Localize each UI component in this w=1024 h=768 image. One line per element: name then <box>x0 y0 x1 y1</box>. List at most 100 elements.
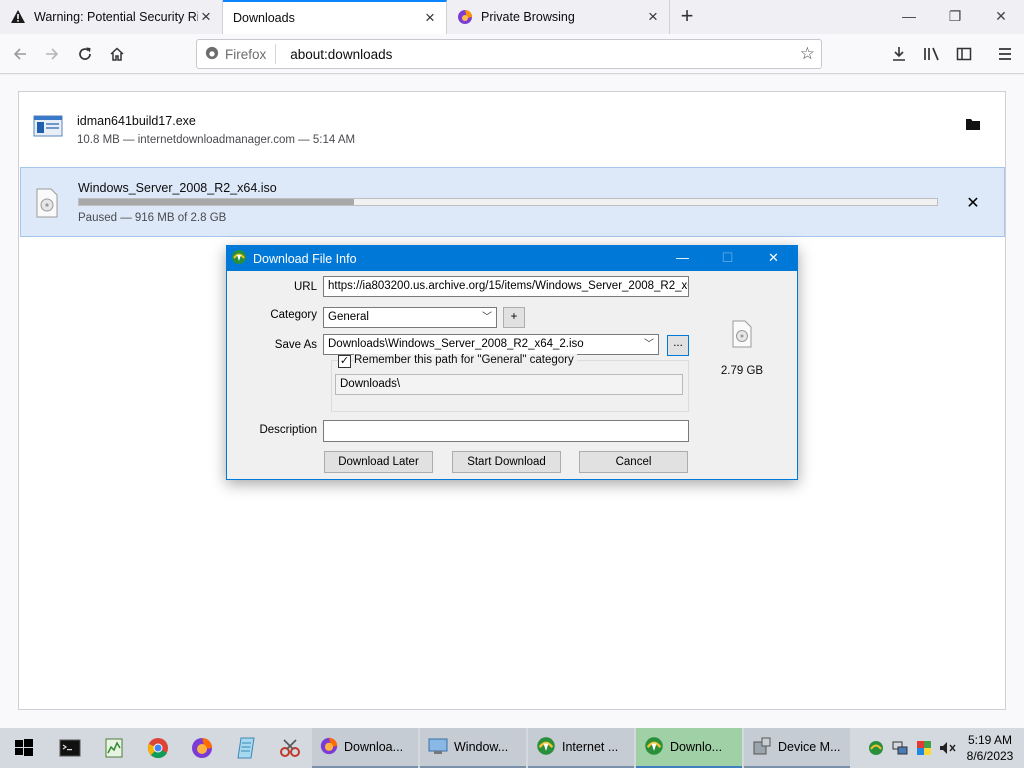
add-category-button[interactable]: + <box>503 307 525 328</box>
idm-tray-icon[interactable] <box>864 728 888 768</box>
description-label: Description <box>259 424 317 436</box>
chrome-icon[interactable] <box>136 728 180 768</box>
download-later-button[interactable]: Download Later <box>324 451 433 473</box>
taskbar: Downloa... Window... Internet ... Downlo… <box>0 728 1024 768</box>
snipping-tool-icon[interactable] <box>268 728 312 768</box>
dialog-close-button[interactable]: ✕ <box>751 246 796 271</box>
home-button[interactable] <box>103 40 131 68</box>
remember-path-group: ✓ Remember this path for "General" categ… <box>331 354 689 412</box>
category-label: Category <box>270 309 317 321</box>
restore-button[interactable]: ❐ <box>932 0 978 34</box>
tab-strip: Warning: Potential Security Ris × Downlo… <box>0 0 1024 34</box>
close-icon[interactable]: × <box>422 9 438 26</box>
device-manager-icon <box>752 736 772 759</box>
taskbar-app-device-manager[interactable]: Device M... <box>744 728 850 768</box>
installer-icon <box>428 737 448 758</box>
idm-icon <box>231 249 247 268</box>
taskbar-app-label: Device M... <box>778 740 841 754</box>
download-meta: Paused — 916 MB of 2.8 GB <box>78 212 227 224</box>
tab-title: Warning: Potential Security Ris <box>34 10 198 24</box>
start-download-button[interactable]: Start Download <box>452 451 561 473</box>
firefox-icon <box>457 9 473 25</box>
taskbar-app-firefox[interactable]: Downloa... <box>312 728 418 768</box>
url-label: URL <box>293 281 317 293</box>
task-manager-icon[interactable] <box>92 728 136 768</box>
notepad-icon[interactable] <box>224 728 268 768</box>
dialog-title: Download File Info <box>253 251 357 266</box>
system-tray: 5:19 AM 8/6/2023 <box>864 728 1024 768</box>
taskbar-app-internet-download-manager[interactable]: Internet ... <box>528 728 634 768</box>
dialog-maximize-button: ☐ <box>721 250 734 265</box>
download-filename: Windows_Server_2008_R2_x64.iso <box>78 181 277 195</box>
close-icon[interactable]: × <box>198 8 214 25</box>
remember-path-label: Remember this path for "General" categor… <box>354 354 577 366</box>
clock-time: 5:19 AM <box>967 733 1013 747</box>
close-icon[interactable]: × <box>645 8 661 25</box>
taskbar-app-label: Window... <box>454 740 509 754</box>
chevron-down-icon: ﹀ <box>482 312 492 323</box>
forward-button[interactable] <box>38 40 66 68</box>
remember-path-field[interactable]: Downloads\ <box>335 374 683 395</box>
start-windows-icon[interactable] <box>0 728 48 768</box>
warning-icon <box>10 9 26 25</box>
clock-date: 8/6/2023 <box>966 749 1014 763</box>
taskbar-app-label: Downlo... <box>670 740 723 754</box>
tab-security-warning[interactable]: Warning: Potential Security Ris × <box>0 0 223 34</box>
chevron-down-icon: ﹀ <box>644 339 654 350</box>
display-color-icon[interactable] <box>912 728 936 768</box>
dialog-titlebar[interactable]: Download File Info — ☐ ✕ <box>227 246 797 271</box>
download-progress-fill <box>79 199 354 205</box>
system-clock[interactable]: 5:19 AM 8/6/2023 <box>960 732 1020 764</box>
tab-title: Downloads <box>233 11 295 25</box>
bookmark-star-icon[interactable]: ☆ <box>800 44 815 64</box>
navigation-toolbar: Firefox about:downloads ☆ <box>0 34 1024 74</box>
category-select[interactable]: General ﹀ <box>323 307 497 328</box>
firefox-icon <box>320 737 338 758</box>
download-meta: 10.8 MB — internetdownloadmanager.com — … <box>77 134 356 146</box>
url-field[interactable]: https://ia803200.us.archive.org/15/items… <box>323 276 689 297</box>
save-as-combo[interactable]: Downloads\Windows_Server_2008_R2_x64_2.i… <box>323 334 659 355</box>
firefox-logo-icon <box>205 46 219 63</box>
idm-icon <box>644 736 664 759</box>
iso-file-icon <box>731 320 753 351</box>
new-tab-button[interactable]: + <box>670 0 704 34</box>
network-icon[interactable] <box>888 728 912 768</box>
exe-file-icon <box>33 114 63 144</box>
taskbar-app-label: Internet ... <box>562 740 619 754</box>
reload-button[interactable] <box>71 40 99 68</box>
browse-button[interactable]: ... <box>667 335 689 356</box>
download-item-selected[interactable]: Windows_Server_2008_R2_x64.iso Paused — … <box>20 167 1005 237</box>
taskbar-app-download-file-info[interactable]: Downlo... <box>636 728 742 768</box>
dialog-minimize-button[interactable]: — <box>660 246 705 271</box>
url-text[interactable]: about:downloads <box>290 47 392 62</box>
file-size-label: 2.79 GB <box>720 365 764 377</box>
sidebar-icon[interactable] <box>950 40 978 68</box>
identity-box[interactable]: Firefox <box>205 44 277 64</box>
save-as-value: Downloads\Windows_Server_2008_R2_x64_2.i… <box>328 338 584 350</box>
firefox-icon[interactable] <box>180 728 224 768</box>
terminal-icon[interactable] <box>48 728 92 768</box>
close-icon[interactable]: ✕ <box>963 193 983 213</box>
downloads-button[interactable] <box>885 40 913 68</box>
download-item[interactable]: idman641build17.exe 10.8 MB — internetdo… <box>19 92 1005 168</box>
folder-icon[interactable] <box>963 117 983 137</box>
save-as-label: Save As <box>274 339 317 351</box>
minimize-button[interactable]: — <box>886 0 932 34</box>
menu-hamburger-icon[interactable] <box>991 40 1019 68</box>
cancel-button[interactable]: Cancel <box>579 451 688 473</box>
window-controls: — ❐ ✕ <box>886 0 1024 34</box>
remember-path-checkbox[interactable]: ✓ <box>338 355 351 368</box>
back-button[interactable] <box>6 40 34 68</box>
close-window-button[interactable]: ✕ <box>978 0 1024 34</box>
description-field[interactable] <box>323 420 689 442</box>
download-filename: idman641build17.exe <box>77 114 196 128</box>
url-bar[interactable]: Firefox about:downloads ☆ <box>196 39 822 69</box>
volume-muted-icon[interactable] <box>936 728 960 768</box>
download-file-info-dialog: Download File Info — ☐ ✕ URL https://ia8… <box>226 245 798 480</box>
tab-downloads[interactable]: Downloads × <box>223 0 447 34</box>
library-icon[interactable] <box>918 40 946 68</box>
taskbar-app-windows-installer[interactable]: Window... <box>420 728 526 768</box>
taskbar-app-label: Downloa... <box>344 740 404 754</box>
tab-private-browsing[interactable]: Private Browsing × <box>447 0 670 34</box>
tab-title: Private Browsing <box>481 10 575 24</box>
